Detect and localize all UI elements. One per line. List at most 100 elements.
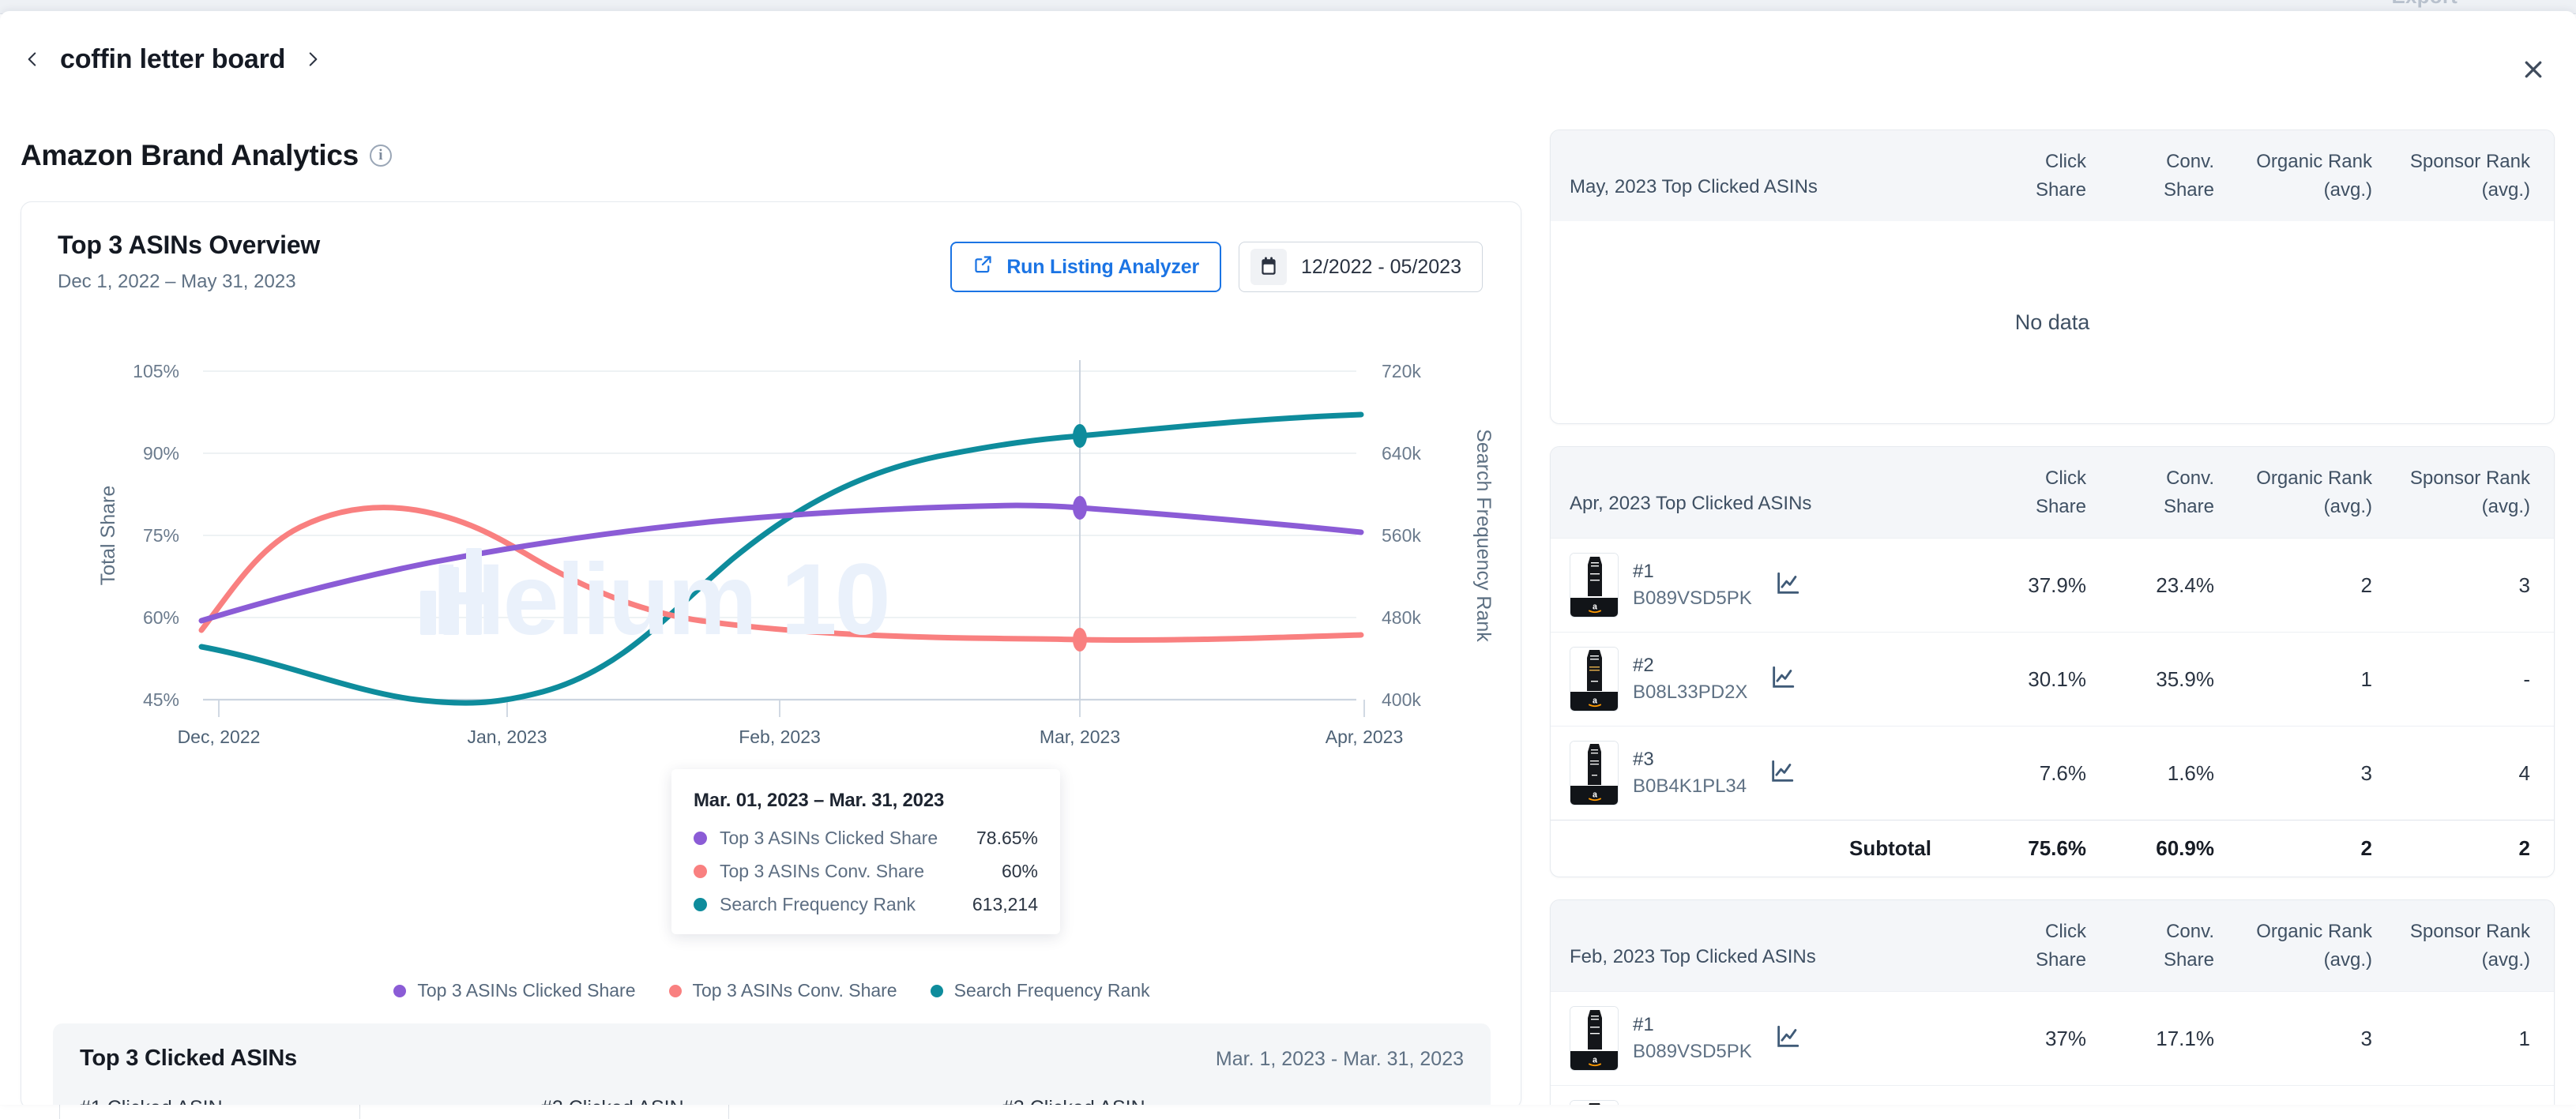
clicked-asin-card-3: #3 Clicked ASIN xyxy=(1002,1097,1464,1105)
asin-rank-label: #3 Clicked ASIN xyxy=(1002,1097,1464,1105)
run-listing-analyzer-button[interactable]: Run Listing Analyzer xyxy=(950,242,1221,292)
breadcrumb-keyword: coffin letter board xyxy=(60,46,285,73)
legend-item-conv-share[interactable]: Top 3 ASINs Conv. Share xyxy=(669,980,897,1001)
series-dot-icon xyxy=(694,832,707,845)
row-rank: #2 xyxy=(1633,652,1747,679)
product-thumbnail[interactable]: a xyxy=(1570,741,1619,805)
breadcrumb: coffin letter board xyxy=(22,46,323,73)
run-listing-analyzer-label: Run Listing Analyzer xyxy=(1006,256,1199,279)
trend-chart-icon[interactable] xyxy=(1774,1023,1801,1054)
table-row[interactable]: a #3 B0B4K1PL34 7.6% 1.6% 3 4 xyxy=(1551,726,2554,820)
column-header-organic-rank: Organic Rank (avg.) xyxy=(2214,918,2372,974)
trend-chart-icon[interactable] xyxy=(1774,570,1801,601)
cell-organic-rank: 1 xyxy=(2214,667,2372,692)
row-asin[interactable]: B089VSD5PK xyxy=(1633,585,1752,612)
legend-dot-icon xyxy=(931,985,943,997)
tooltip-label: Search Frequency Rank xyxy=(720,894,916,915)
svg-text:a: a xyxy=(1593,603,1597,612)
amazon-logo-icon: a xyxy=(1570,598,1619,617)
top3-header: Top 3 Clicked ASINs Mar. 1, 2023 - Mar. … xyxy=(80,1046,1464,1072)
svg-text:Mar, 2023: Mar, 2023 xyxy=(1040,727,1120,747)
cell-sponsor-rank: 1 xyxy=(2372,1027,2530,1051)
row-asin[interactable]: B08L33PD2X xyxy=(1633,679,1747,706)
row-asin[interactable]: B089VSD5PK xyxy=(1633,1038,1752,1065)
svg-text:Jan, 2023: Jan, 2023 xyxy=(467,727,547,747)
empty-state-may: No data xyxy=(1551,221,2554,423)
trend-chart-icon[interactable] xyxy=(1769,664,1796,695)
cell-conv-share: 23.4% xyxy=(2086,573,2214,598)
product-thumbnail[interactable]: a xyxy=(1570,1006,1619,1071)
cell-conv-share: 1.6% xyxy=(2086,761,2214,786)
table-header-row: Feb, 2023 Top Clicked ASINs Click Share … xyxy=(1551,900,2554,991)
svg-text:Apr, 2023: Apr, 2023 xyxy=(1326,727,1403,747)
top3-clicked-asins-panel: Top 3 Clicked ASINs Mar. 1, 2023 - Mar. … xyxy=(53,1023,1491,1105)
cell-click-share: 7.6% xyxy=(1958,761,2086,786)
top3-grid: #1 Clicked ASIN xyxy=(80,1097,1464,1105)
legend-item-clicked-share[interactable]: Top 3 ASINs Clicked Share xyxy=(393,980,635,1001)
page-title: Amazon Brand Analytics xyxy=(21,139,359,172)
product-thumbnail[interactable]: a xyxy=(1570,647,1619,712)
column-header-organic-rank: Organic Rank (avg.) xyxy=(2214,148,2372,204)
card-subtitle: Dec 1, 2022 – May 31, 2023 xyxy=(58,271,320,293)
clicked-asin-card-1: #1 Clicked ASIN xyxy=(80,1097,541,1105)
cell-click-share: 30.1% xyxy=(1958,667,2086,692)
info-icon[interactable]: i xyxy=(370,145,392,167)
column-header-conv-share: Conv. Share xyxy=(2086,464,2214,520)
svg-text:60%: 60% xyxy=(143,607,179,628)
table-header-row: Apr, 2023 Top Clicked ASINs Click Share … xyxy=(1551,447,2554,538)
column-header-click-share: Click Share xyxy=(1958,464,2086,520)
top3-asins-line-chart[interactable]: Helium 10 xyxy=(21,352,1521,850)
svg-text:105%: 105% xyxy=(133,361,179,381)
svg-text:45%: 45% xyxy=(143,689,179,710)
cell-sponsor-rank: 4 xyxy=(2372,761,2530,786)
table-row[interactable]: a #1 B089VSD5PK 37% 17.1% 3 1 xyxy=(1551,991,2554,1085)
product-thumbnail[interactable]: a xyxy=(1570,553,1619,618)
chevron-right-icon[interactable] xyxy=(303,49,323,69)
product-thumbnail[interactable]: a xyxy=(1570,1100,1619,1105)
cell-sponsor-rank: 3 xyxy=(2372,573,2530,598)
clicked-asins-table-may: May, 2023 Top Clicked ASINs Click Share … xyxy=(1550,130,2555,424)
chart-tooltip: Mar. 01, 2023 – Mar. 31, 2023 Top 3 ASIN… xyxy=(671,769,1060,934)
tooltip-value: 78.65% xyxy=(976,828,1038,849)
row-rank: #1 xyxy=(1633,1012,1752,1038)
monthly-clicked-asins-panel: May, 2023 Top Clicked ASINs Click Share … xyxy=(1550,130,2555,1105)
svg-text:560k: 560k xyxy=(1382,525,1421,546)
cell-organic-rank: 2 xyxy=(2214,573,2372,598)
modal-header: coffin letter board Amazon Brand Analyti… xyxy=(0,11,2576,106)
svg-text:Search Frequency Rank: Search Frequency Rank xyxy=(1472,429,1495,642)
amazon-logo-icon: a xyxy=(1570,1051,1619,1070)
tooltip-label: Top 3 ASINs Conv. Share xyxy=(720,861,924,882)
table-title-may: May, 2023 Top Clicked ASINs xyxy=(1570,148,1958,198)
tooltip-title: Mar. 01, 2023 – Mar. 31, 2023 xyxy=(694,790,1038,812)
column-header-sponsor-rank: Sponsor Rank (avg.) xyxy=(2372,148,2530,204)
legend-label: Search Frequency Rank xyxy=(954,980,1150,1001)
subtotal-organic-rank: 2 xyxy=(2214,836,2372,861)
date-range-value: 12/2022 - 05/2023 xyxy=(1301,256,1461,279)
svg-text:a: a xyxy=(1593,1056,1597,1065)
table-row[interactable]: a #2 B08L33PD2X 30.1% 35.9% 1 - xyxy=(1551,632,2554,726)
row-asin[interactable]: B0B4K1PL34 xyxy=(1633,773,1747,800)
close-icon[interactable] xyxy=(2516,52,2551,87)
cell-conv-share: 35.9% xyxy=(2086,667,2214,692)
column-header-organic-rank: Organic Rank (avg.) xyxy=(2214,464,2372,520)
tooltip-row-search-frequency-rank: Search Frequency Rank 613,214 xyxy=(694,894,1038,915)
cell-conv-share: 17.1% xyxy=(2086,1027,2214,1051)
card-heading: Top 3 ASINs Overview Dec 1, 2022 – May 3… xyxy=(58,231,320,293)
legend-item-search-frequency-rank[interactable]: Search Frequency Rank xyxy=(931,980,1150,1001)
page-title-row: Amazon Brand Analytics i xyxy=(21,139,392,172)
asin-rank-label: #1 Clicked ASIN xyxy=(80,1097,541,1105)
export-button[interactable]: Export xyxy=(2391,0,2458,9)
table-row[interactable]: a #1 B089VSD5PK 37.9% 23.4% 2 3 xyxy=(1551,538,2554,632)
top3-title: Top 3 Clicked ASINs xyxy=(80,1046,297,1072)
tooltip-row-conv-share: Top 3 ASINs Conv. Share 60% xyxy=(694,861,1038,882)
asin-rank-label: #2 Clicked ASIN xyxy=(541,1097,1002,1105)
date-range-picker[interactable]: 12/2022 - 05/2023 xyxy=(1239,242,1483,292)
cell-click-share: 37.9% xyxy=(1958,573,2086,598)
cell-sponsor-rank: - xyxy=(2372,667,2530,692)
trend-chart-icon[interactable] xyxy=(1769,758,1796,789)
card-actions: Run Listing Analyzer 12/2022 - 05/2023 xyxy=(950,242,1483,292)
chevron-left-icon[interactable] xyxy=(22,49,43,69)
column-header-conv-share: Conv. Share xyxy=(2086,918,2214,974)
table-row[interactable]: a #2 B08L33PD2X 26.6% 30% 1 - xyxy=(1551,1085,2554,1105)
svg-text:90%: 90% xyxy=(143,443,179,464)
